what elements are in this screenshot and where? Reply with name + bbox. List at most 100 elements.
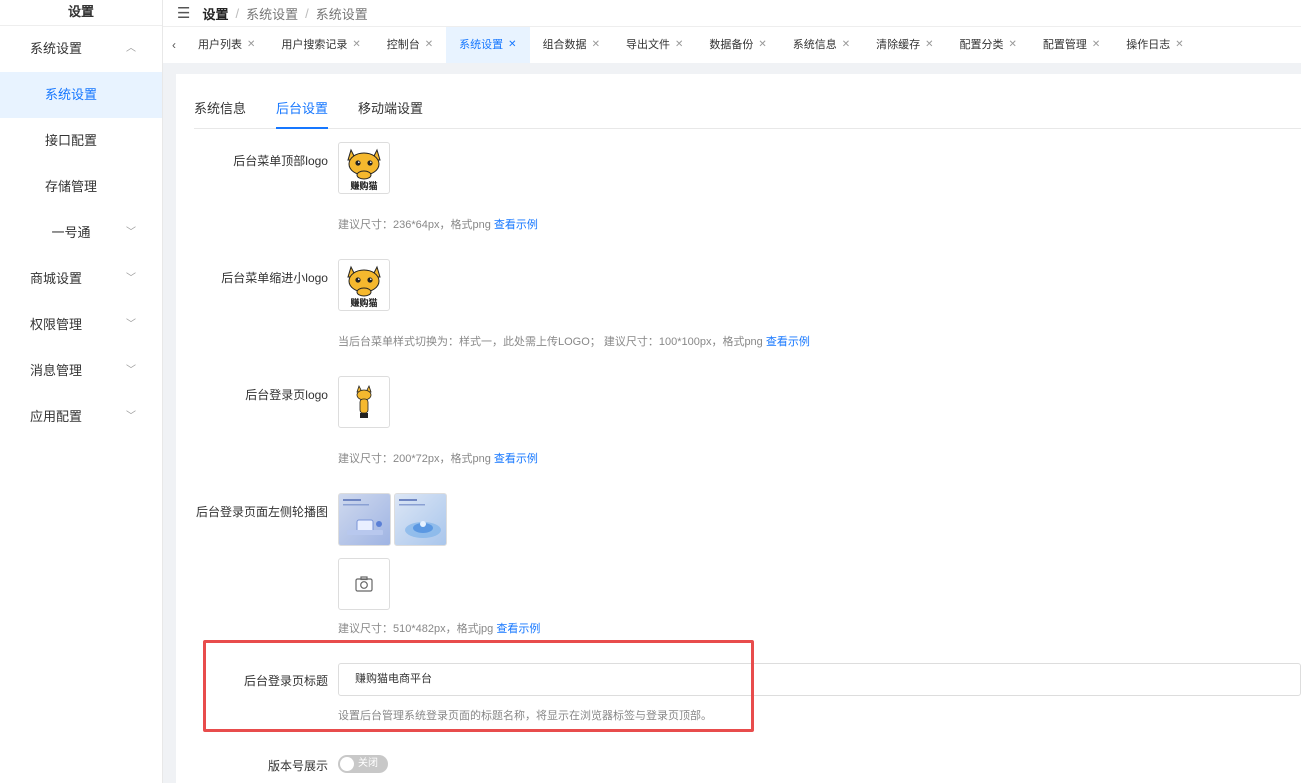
breadcrumb-separator: /: [235, 5, 240, 21]
sidebar-item-storage[interactable]: 存储管理: [0, 164, 162, 210]
close-icon[interactable]: ✕: [247, 27, 255, 63]
sidebar-item-label: 消息管理: [30, 363, 83, 378]
sidebar-item-label: 权限管理: [30, 317, 83, 332]
login-logo-hint: 建议尺寸：200*72px，格式png 查看示例: [338, 453, 538, 465]
close-icon[interactable]: ✕: [1175, 27, 1183, 63]
close-icon[interactable]: ✕: [1009, 27, 1017, 63]
sidebar-item-label: 系统设置: [44, 87, 97, 102]
close-icon[interactable]: ✕: [925, 27, 933, 63]
sidebar-title: 设置: [0, 0, 162, 26]
tab-10[interactable]: 配置管理 ✕: [1030, 27, 1113, 63]
login-title-hint: 设置后台管理系统登录页面的标题名称，将显示在浏览器标签与登录页顶部。: [338, 710, 712, 722]
sidebar-item-messages[interactable]: 消息管理 ﹀: [0, 348, 162, 394]
tab-5[interactable]: 导出文件 ✕: [613, 27, 696, 63]
hamburger-icon[interactable]: ☰: [177, 6, 190, 21]
menu-small-logo-upload[interactable]: 赚购猫: [338, 259, 390, 311]
tab-3[interactable]: 系统设置 ✕: [446, 27, 530, 63]
subtab-admin-settings[interactable]: 后台设置: [276, 98, 329, 129]
sidebar-item-mall-settings[interactable]: 商城设置 ﹀: [0, 256, 162, 302]
sidebar-item-app-config[interactable]: 应用配置 ﹀: [0, 394, 162, 440]
close-icon[interactable]: ✕: [758, 27, 766, 63]
carousel-image-2[interactable]: [394, 493, 447, 546]
sidebar-item-yihaotong[interactable]: 一号通 ﹀: [0, 210, 162, 256]
subtab-system-info[interactable]: 系统信息: [194, 98, 246, 129]
tab-0[interactable]: 用户列表 ✕: [185, 27, 268, 63]
tab-2[interactable]: 控制台 ✕: [374, 27, 446, 63]
view-example-link[interactable]: 查看示例: [766, 336, 810, 348]
logo-lettering: 赚购猫: [349, 297, 377, 308]
tab-label: 配置管理: [1042, 39, 1087, 51]
close-icon[interactable]: ✕: [352, 27, 360, 63]
chevron-left-icon[interactable]: ‹: [163, 38, 185, 52]
version-display-toggle[interactable]: 关闭: [338, 755, 388, 773]
sidebar-item-api-config[interactable]: 接口配置: [0, 118, 162, 164]
menu-small-logo-label: 后台菜单缩进小logo: [221, 271, 328, 285]
close-icon[interactable]: ✕: [1092, 27, 1100, 63]
chevron-up-icon: ︿: [126, 43, 136, 54]
sidebar: 设置 系统设置 ︿ 系统设置 接口配置 存储管理 一号通 ﹀ 商城设置 ﹀ 权限…: [0, 0, 163, 783]
view-example-link[interactable]: 查看示例: [494, 453, 538, 465]
tab-label: 清除缓存: [876, 39, 921, 51]
login-logo-label: 后台登录页logo: [245, 388, 328, 402]
tab-label: 导出文件: [625, 39, 670, 51]
chevron-down-icon: ﹀: [126, 365, 136, 376]
chevron-down-icon: ﹀: [126, 411, 136, 422]
tab-9[interactable]: 配置分类 ✕: [947, 27, 1030, 63]
login-title-input[interactable]: 赚购猫电商平台: [338, 663, 1301, 696]
sidebar-item-permissions[interactable]: 权限管理 ﹀: [0, 302, 162, 348]
close-icon[interactable]: ✕: [842, 27, 850, 63]
cat-logo-image: 赚购猫: [347, 265, 381, 308]
cat-logo-image: 赚购猫: [347, 148, 381, 191]
sidebar-item-label: 商城设置: [30, 271, 83, 286]
close-icon[interactable]: ✕: [508, 27, 516, 63]
tab-label: 配置分类: [959, 39, 1004, 51]
close-icon[interactable]: ✕: [425, 27, 433, 63]
tab-label: 系统信息: [792, 39, 837, 51]
menu-top-logo-hint: 建议尺寸：236*64px，格式png 查看示例: [338, 219, 538, 231]
view-example-link[interactable]: 查看示例: [494, 219, 538, 231]
chevron-down-icon: ﹀: [126, 319, 136, 330]
top-bar: ☰ 设置 / 系统设置 / 系统设置: [163, 0, 1301, 26]
main-content: 系统信息 后台设置 移动端设置 后台菜单顶部logo 赚购猫 建议尺寸：236*…: [176, 74, 1301, 783]
tab-label: 用户列表: [198, 39, 242, 51]
chevron-down-icon: ﹀: [126, 227, 136, 238]
sub-tabs: 系统信息 后台设置 移动端设置: [194, 98, 1301, 129]
tab-label: 组合数据: [542, 39, 587, 51]
sidebar-item-system-settings[interactable]: 系统设置 ︿: [0, 26, 162, 72]
sidebar-item-label: 存储管理: [44, 179, 97, 194]
tab-label: 数据备份: [709, 39, 754, 51]
tab-label: 用户搜索记录: [281, 39, 348, 51]
breadcrumb-separator: /: [305, 5, 309, 21]
toggle-knob: [340, 757, 354, 771]
carousel-illustration: [399, 499, 441, 538]
tab-8[interactable]: 清除缓存 ✕: [863, 27, 946, 63]
carousel-image-1[interactable]: [338, 493, 391, 546]
view-example-link[interactable]: 查看示例: [496, 623, 540, 635]
tab-6[interactable]: 数据备份 ✕: [696, 27, 779, 63]
breadcrumb-root[interactable]: 设置: [202, 4, 228, 23]
login-carousel-label: 后台登录页面左侧轮播图: [195, 505, 328, 519]
breadcrumb-current: 系统设置: [315, 6, 368, 22]
subtab-mobile-settings[interactable]: 移动端设置: [358, 98, 423, 129]
close-icon[interactable]: ✕: [675, 27, 683, 63]
login-carousel-hint: 建议尺寸：510*482px，格式jpg 查看示例: [338, 623, 541, 635]
tab-11[interactable]: 操作日志 ✕: [1113, 27, 1196, 63]
menu-top-logo-upload[interactable]: 赚购猫: [338, 142, 390, 194]
version-display-label: 版本号展示: [267, 759, 328, 773]
sidebar-item-system-settings-sub[interactable]: 系统设置: [0, 72, 162, 118]
sidebar-item-label: 应用配置: [30, 409, 83, 424]
sidebar-item-label: 一号通: [51, 225, 91, 240]
tab-7[interactable]: 系统信息 ✕: [780, 27, 863, 63]
cat-standing-image: [356, 384, 372, 418]
tab-4[interactable]: 组合数据 ✕: [530, 27, 613, 63]
menu-small-logo-hint: 当后台菜单样式切换为：样式一，此处需上传LOGO； 建议尺寸：100*100px…: [338, 336, 810, 348]
tab-label: 系统设置: [459, 39, 504, 51]
carousel-upload-button[interactable]: [338, 558, 390, 610]
tab-1[interactable]: 用户搜索记录 ✕: [268, 27, 373, 63]
close-icon[interactable]: ✕: [592, 27, 600, 63]
breadcrumb-item[interactable]: 系统设置: [246, 4, 298, 23]
sidebar-item-label: 接口配置: [44, 133, 97, 148]
tab-label: 控制台: [386, 39, 420, 51]
page-tabs: ‹ 用户列表 ✕ 用户搜索记录 ✕ 控制台 ✕ 系统设置 ✕ 组合数据 ✕ 导出文件 ✕ 数据备份 ✕ 系统…: [163, 26, 1301, 63]
login-logo-upload[interactable]: [338, 376, 390, 428]
